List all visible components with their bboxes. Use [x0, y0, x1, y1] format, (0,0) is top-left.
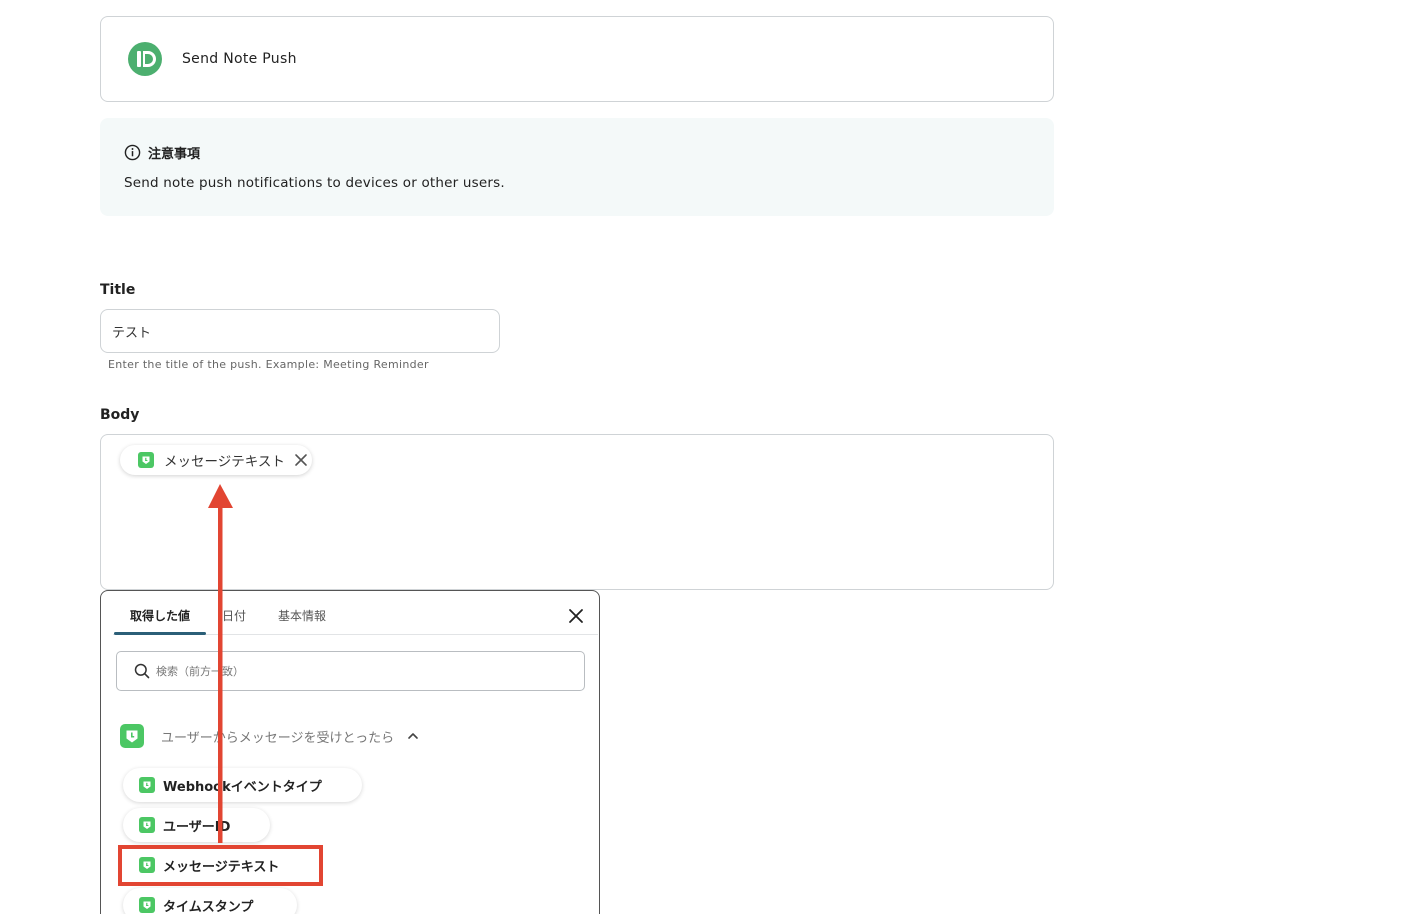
picker-tabs: 取得した値 日付 基本情報 — [113, 591, 598, 635]
line-app-icon — [139, 897, 155, 913]
trigger-group-label: ユーザーからメッセージを受けとったら — [161, 730, 395, 746]
remove-token-icon[interactable] — [294, 453, 308, 467]
search-icon — [134, 663, 150, 679]
title-hint: Enter the title of the push. Example: Me… — [108, 358, 429, 371]
active-tab-indicator — [114, 632, 206, 635]
action-name: Send Note Push — [182, 51, 297, 67]
chevron-up-icon[interactable] — [406, 729, 420, 743]
line-app-icon — [139, 817, 155, 833]
action-card: Send Note Push — [100, 16, 1054, 102]
option-label: Webhookイベントタイプ — [163, 779, 322, 795]
notice-text: Send note push notifications to devices … — [124, 175, 505, 191]
info-icon — [124, 144, 141, 161]
trigger-group-header[interactable]: ユーザーからメッセージを受けとったら — [120, 724, 420, 748]
notice-box: 注意事項 Send note push notifications to dev… — [100, 118, 1054, 216]
annotation-highlight-box — [118, 845, 323, 886]
notice-title: 注意事項 — [148, 147, 201, 162]
tab-basic-info[interactable]: 基本情報 — [278, 607, 326, 624]
title-input-value: テスト — [112, 325, 152, 341]
search-field[interactable] — [116, 651, 585, 691]
option-label: タイムスタンプ — [163, 899, 254, 914]
tab-retrieved-values[interactable]: 取得した値 — [130, 607, 190, 624]
option-user-id[interactable]: ユーザーID — [123, 808, 270, 842]
tab-date[interactable]: 日付 — [222, 607, 246, 624]
option-label: ユーザーID — [163, 819, 231, 835]
body-token-chip[interactable]: メッセージテキスト — [120, 445, 312, 475]
body-token-label: メッセージテキスト — [164, 454, 285, 470]
line-app-icon — [138, 452, 154, 468]
title-input[interactable]: テスト — [100, 309, 500, 353]
option-timestamp[interactable]: タイムスタンプ — [123, 888, 297, 914]
close-icon[interactable] — [567, 607, 585, 625]
option-webhook-event-type[interactable]: Webhookイベントタイプ — [123, 768, 362, 802]
line-app-icon — [139, 777, 155, 793]
search-input[interactable] — [156, 664, 536, 678]
pushbullet-logo-icon — [128, 42, 162, 76]
body-label: Body — [100, 407, 140, 423]
line-app-icon — [120, 724, 144, 748]
title-label: Title — [100, 282, 136, 298]
